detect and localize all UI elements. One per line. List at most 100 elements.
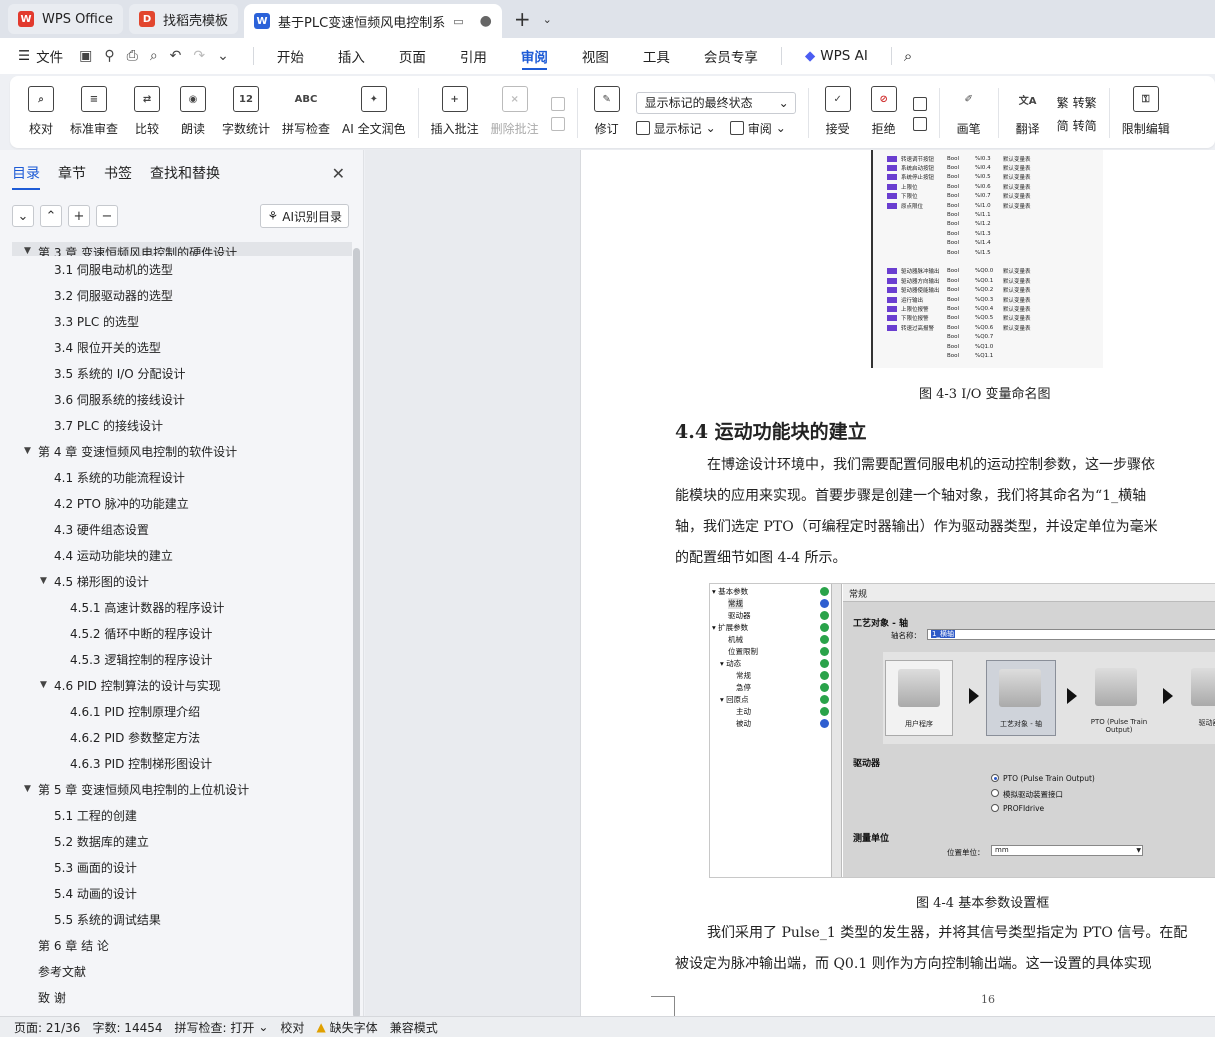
delete-comment-button[interactable]: × 删除批注	[485, 80, 545, 148]
proofread-button[interactable]: ⌕ 校对	[18, 80, 64, 148]
close-icon[interactable]: ✕	[332, 164, 345, 183]
toc-item[interactable]: ▼ 第 3 章 变速恒频风电控制的硬件设计	[12, 242, 352, 256]
print-icon[interactable]: ⎙	[127, 48, 138, 64]
more-chevron-icon[interactable]: ⌄	[217, 48, 229, 64]
add-icon[interactable]: +	[68, 205, 90, 227]
read-aloud-button[interactable]: ◉ 朗读	[170, 80, 216, 148]
expand-arrow-icon[interactable]: ▼	[24, 446, 38, 456]
toc-item[interactable]: 3.7 PLC 的接线设计	[12, 412, 352, 438]
toc-scrollbar[interactable]	[353, 248, 360, 1018]
markup-select[interactable]: 显示标记的最终状态 ⌄	[635, 91, 796, 114]
toc-item[interactable]: 4.5.3 逻辑控制的程序设计	[12, 646, 352, 672]
tab-document[interactable]: W 基于PLC变速恒频风电控制系 ▭ ●	[244, 4, 502, 38]
tab-dot-icon[interactable]: ●	[480, 13, 492, 29]
prev-comment-icon[interactable]	[550, 97, 565, 111]
review-pane-button[interactable]: 审阅 ⌄	[729, 120, 786, 137]
save-icon[interactable]: ▣	[79, 48, 92, 64]
toc-item[interactable]: 4.5.2 循环中断的程序设计	[12, 620, 352, 646]
next-comment-icon[interactable]	[550, 117, 565, 131]
toc-item[interactable]: 3.3 PLC 的选型	[12, 308, 352, 334]
page-indicator[interactable]: 页面: 21/36	[14, 1019, 92, 1036]
toc-item[interactable]: 3.5 系统的 I/O 分配设计	[12, 360, 352, 386]
word-count[interactable]: 字数: 14454	[92, 1019, 174, 1036]
redo-icon[interactable]: ↷	[193, 48, 205, 64]
toc-item[interactable]: ▼ 4.5 梯形图的设计	[12, 568, 352, 594]
document-page[interactable]: 转速调节按钮 Bool %I0.3 默认变量表 系统启动按钮 Bool %I0.4 默认变量表…	[580, 150, 1215, 1016]
tab-daoke[interactable]: D 找稻壳模板	[129, 4, 239, 34]
missing-font-status[interactable]: ▲ 缺失字体	[316, 1019, 389, 1036]
prev-change-icon[interactable]	[912, 97, 927, 111]
menu-page[interactable]: 页面	[382, 38, 443, 74]
next-change-icon[interactable]	[912, 117, 927, 131]
toc-item[interactable]: 3.2 伺服驱动器的选型	[12, 282, 352, 308]
to-traditional-button[interactable]: 繁转繁	[1057, 94, 1097, 111]
track-changes-button[interactable]: ✎ 修订	[584, 80, 630, 148]
expand-arrow-icon[interactable]: ▼	[40, 680, 54, 690]
word-count-button[interactable]: 12 字数统计	[216, 80, 276, 148]
expand-arrow-icon[interactable]: ▼	[24, 784, 38, 794]
tab-wps-office[interactable]: W WPS Office	[8, 4, 124, 34]
toc-item[interactable]: ▼ 第 5 章 变速恒频风电控制的上位机设计	[12, 776, 352, 802]
pen-button[interactable]: ✐ 画笔	[946, 80, 992, 148]
collapse-up-icon[interactable]: ⌃	[40, 205, 62, 227]
toc-item[interactable]: 4.6.1 PID 控制原理介绍	[12, 698, 352, 724]
accept-button[interactable]: ✓ 接受	[815, 80, 861, 148]
toc-item[interactable]: 4.6.2 PID 参数整定方法	[12, 724, 352, 750]
toc-item[interactable]: 3.1 伺服电动机的选型	[12, 256, 352, 282]
ai-polish-button[interactable]: ✦ AI 全文润色	[336, 80, 412, 148]
reject-button[interactable]: ⊘ 拒绝	[861, 80, 907, 148]
search-icon[interactable]: ⌕	[898, 47, 912, 65]
toc-item[interactable]: 4.5.1 高速计数器的程序设计	[12, 594, 352, 620]
menu-member[interactable]: 会员专享	[687, 38, 775, 74]
spell-check-button[interactable]: ABC 拼写检查	[276, 80, 336, 148]
toc-item[interactable]: 致 谢	[12, 984, 352, 1010]
toc-item[interactable]: 5.5 系统的调试结果	[12, 906, 352, 932]
toc-item[interactable]: 第 6 章 结 论	[12, 932, 352, 958]
toc-item[interactable]: 4.4 运动功能块的建立	[12, 542, 352, 568]
tab-toc[interactable]: 目录	[12, 163, 40, 190]
menu-tools[interactable]: 工具	[626, 38, 687, 74]
toc-item[interactable]: 参考文献	[12, 958, 352, 984]
translate-button[interactable]: 文A 翻译	[1005, 80, 1051, 148]
toc-item[interactable]: 4.2 PTO 脉冲的功能建立	[12, 490, 352, 516]
toc-item[interactable]: 4.6.3 PID 控制梯形图设计	[12, 750, 352, 776]
toc-item[interactable]: 3.4 限位开关的选型	[12, 334, 352, 360]
chevron-down-icon[interactable]: ⌄	[543, 13, 552, 26]
menu-file[interactable]: ☰ 文件	[14, 38, 73, 74]
tab-sections[interactable]: 章节	[58, 163, 86, 183]
menu-start[interactable]: 开始	[260, 38, 321, 74]
new-tab-icon[interactable]: +	[508, 7, 537, 31]
toc-item[interactable]: 4.1 系统的功能流程设计	[12, 464, 352, 490]
link-icon[interactable]: ⚲	[104, 48, 114, 64]
expand-down-icon[interactable]: ⌄	[12, 205, 34, 227]
tab-bookmarks[interactable]: 书签	[104, 163, 132, 183]
print-preview-icon[interactable]: ⌕	[150, 48, 158, 64]
spell-check-status[interactable]: 拼写检查: 打开 ⌄	[175, 1019, 281, 1036]
menu-review[interactable]: 审阅	[504, 38, 565, 74]
menu-wps-ai[interactable]: ◆ WPS AI	[788, 38, 885, 74]
toc-item[interactable]: ▼ 第 4 章 变速恒频风电控制的软件设计	[12, 438, 352, 464]
menu-view[interactable]: 视图	[565, 38, 626, 74]
show-markup-button[interactable]: 显示标记 ⌄	[635, 120, 716, 137]
menu-reference[interactable]: 引用	[443, 38, 504, 74]
expand-arrow-icon[interactable]: ▼	[40, 576, 54, 586]
toc-item[interactable]: 4.3 硬件组态设置	[12, 516, 352, 542]
remove-icon[interactable]: −	[96, 205, 118, 227]
menu-insert[interactable]: 插入	[321, 38, 382, 74]
tab-find-replace[interactable]: 查找和替换	[150, 163, 220, 183]
toc-item[interactable]: 5.4 动画的设计	[12, 880, 352, 906]
to-simplified-button[interactable]: 简转简	[1057, 117, 1097, 134]
proof-status[interactable]: 校对	[280, 1019, 316, 1036]
insert-comment-button[interactable]: + 插入批注	[425, 80, 485, 148]
restrict-edit-button[interactable]: ⚿ 限制编辑	[1116, 80, 1176, 148]
toc-item[interactable]: 5.1 工程的创建	[12, 802, 352, 828]
undo-icon[interactable]: ↶	[170, 48, 182, 64]
compare-button[interactable]: ⇄ 比较	[124, 80, 170, 148]
toc-item[interactable]: ▼ 4.6 PID 控制算法的设计与实现	[12, 672, 352, 698]
toc-item[interactable]: 5.2 数据库的建立	[12, 828, 352, 854]
standard-review-button[interactable]: ≡ 标准审查	[64, 80, 124, 148]
expand-arrow-icon[interactable]: ▼	[24, 246, 38, 256]
ai-toc-button[interactable]: ⚘ AI识别目录	[260, 204, 349, 228]
toc-item[interactable]: 3.6 伺服系统的接线设计	[12, 386, 352, 412]
toc-item[interactable]: 5.3 画面的设计	[12, 854, 352, 880]
